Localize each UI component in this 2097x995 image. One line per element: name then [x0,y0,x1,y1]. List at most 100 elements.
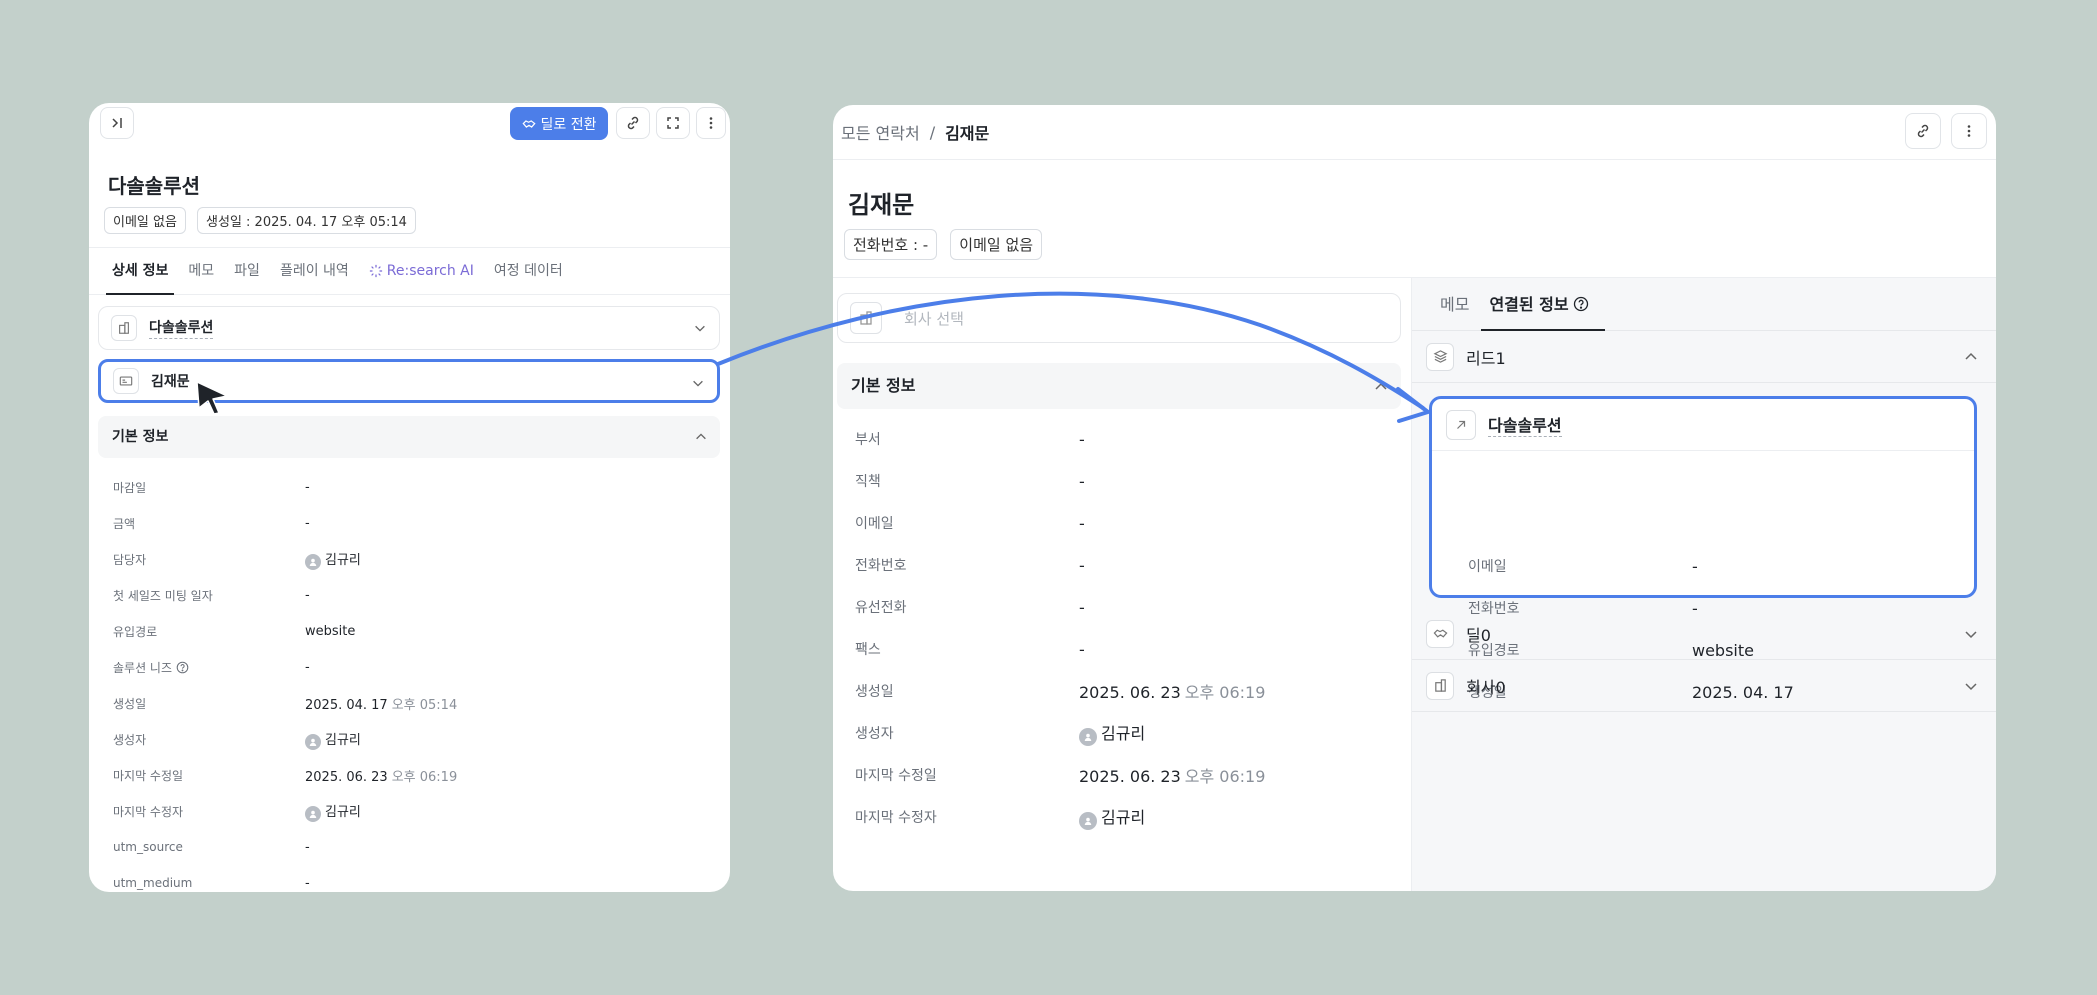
breadcrumb-separator: / [929,122,936,142]
tab-files[interactable]: 파일 [224,248,270,294]
tab-journey-data[interactable]: 여정 데이터 [484,248,573,294]
email-chip: 이메일 없음 [104,207,186,234]
field-label: 마지막 수정일 [113,767,305,784]
avatar [1079,728,1097,746]
field-label-text: 이메일 [1468,559,1507,575]
field-value-time: 오후 06:19 [1184,683,1266,702]
company-group-header[interactable]: 회사0 [1412,660,1996,712]
tab-linked-info-label: 연결된 정보 [1489,294,1569,314]
tab-details[interactable]: 상세 정보 [102,248,178,295]
linked-lead-card[interactable]: 다솔솔루션 이메일 - 전화번호 - 유입경로 website 생성일 2025. 04. 1… [1429,396,1977,702]
copy-link-button[interactable] [616,107,650,139]
lead-card-name[interactable]: 다솔솔루션 [1488,412,1562,437]
lead-card-header: 다솔솔루션 [1432,399,1974,451]
field-value-text: - [1079,429,1085,449]
field-row: 부서 - [855,418,1395,460]
field-value: 김규리 [305,801,361,822]
expand-button[interactable] [656,107,690,139]
field-label: 솔루션 니즈 [113,659,305,676]
field-label: 생성일 [113,695,305,712]
field-value: - [305,516,310,531]
company-select-placeholder: 회사 선택 [904,309,964,328]
field-row: 담당자 김규리 [113,541,713,577]
field-label-text: 유선전화 [855,600,907,616]
field-label: 담당자 [113,551,305,568]
field-value: - [305,840,310,855]
field-value-text: - [305,515,310,531]
tab-play-history[interactable]: 플레이 내역 [270,248,359,294]
field-label: 마지막 수정자 [113,803,305,820]
info-chips: 전화번호 : - 이메일 없음 [844,229,1050,260]
field-value-text: - [1692,556,1698,576]
field-value-time: 오후 05:14 [391,697,458,713]
avatar [305,805,321,822]
expand-icon [667,117,679,129]
field-value-text: - [305,839,310,855]
field-value: - [1079,640,1085,659]
basic-info-list: 부서 - 직책 - 이메일 - 전화번호 - 유선전화 - 팩스 - 생성일 2025. 06. 23 오후… [855,418,1395,838]
copy-link-button[interactable] [1905,113,1941,149]
field-row: 이메일 - [1468,545,1994,587]
field-value-text: 2025. 06. 23 [1079,683,1181,702]
arrow-up-right-icon[interactable] [1446,409,1476,440]
info-chips: 이메일 없음 생성일 : 2025. 04. 17 오후 05:14 [104,207,422,234]
chevron-down-icon [695,325,705,332]
field-row: 전화번호 - [855,544,1395,586]
field-value: 김규리 [305,549,361,570]
contact-accordion-label: 김재문 [151,374,190,390]
basic-info-list: 마감일 - 금액 - 담당자 김규리 첫 세일즈 미팅 일자 - 유입경로 website 솔루션 … [113,469,713,892]
field-label: utm_source [113,840,305,854]
field-value: - [305,588,310,603]
company-select[interactable]: 회사 선택 [837,293,1401,343]
field-label-text: 생성자 [113,732,147,747]
field-label: 직책 [855,471,1079,491]
help-circle-icon[interactable] [176,661,189,674]
avatar [305,733,321,750]
breadcrumb-all-contacts[interactable]: 모든 연락처 [841,120,920,144]
field-label-text: 생성일 [855,684,894,700]
field-label: 유입경로 [113,623,305,640]
basic-info-section-header[interactable]: 기본 정보 [98,416,720,458]
field-value: 2025. 04. 17 오후 05:14 [305,694,457,713]
more-vertical-icon [709,117,713,129]
field-row: 유선전화 - [855,586,1395,628]
more-options-button[interactable] [1951,113,1987,149]
breadcrumb: 모든 연락처 / 김재문 [833,105,1996,160]
field-value: - [305,660,310,675]
basic-info-section-header[interactable]: 기본 정보 [837,363,1401,409]
field-value-text: 2025. 04. 17 [305,697,388,713]
chevron-up-icon [1375,382,1387,390]
field-value: - [305,480,310,495]
field-label-text: 이메일 [855,516,894,532]
field-row: 마지막 수정자 김규리 [113,793,713,829]
field-value-text: 김규리 [325,552,361,568]
company-accordion[interactable]: 다솔솔루션 [98,306,720,350]
field-value: - [305,876,310,891]
tab-research-ai[interactable]: Re:search AI [359,248,484,294]
contact-accordion[interactable]: 김재문 [98,359,720,403]
lead-group-header[interactable]: 리드1 [1412,331,1996,383]
field-row: 마지막 수정일 2025. 06. 23 오후 06:19 [855,754,1395,796]
more-options-button[interactable] [696,107,726,139]
avatar [1079,812,1097,830]
field-row: utm_medium - [113,865,713,892]
tab-linked-info[interactable]: 연결된 정보 [1479,278,1605,331]
field-label: 생성자 [855,723,1079,743]
handshake-icon [1426,619,1454,648]
field-row: 마지막 수정자 김규리 [855,796,1395,838]
field-row: 금액 - [113,505,713,541]
sparkle-loader-icon [369,264,382,278]
email-chip: 이메일 없음 [950,229,1043,260]
tab-memo[interactable]: 메모 [178,248,224,294]
field-label: 금액 [113,515,305,532]
handshake-icon [521,119,536,128]
link-icon [627,116,639,130]
collapse-panel-button[interactable] [100,107,134,139]
tab-memo[interactable]: 메모 [1430,278,1479,330]
field-row: 유입경로 website [113,613,713,649]
chevron-up-icon [696,433,706,440]
field-value-text: - [305,479,310,495]
deal-group-header[interactable]: 딜0 [1412,608,1996,660]
field-row: 마감일 - [113,469,713,505]
convert-to-deal-button[interactable]: 딜로 전환 [510,107,608,140]
